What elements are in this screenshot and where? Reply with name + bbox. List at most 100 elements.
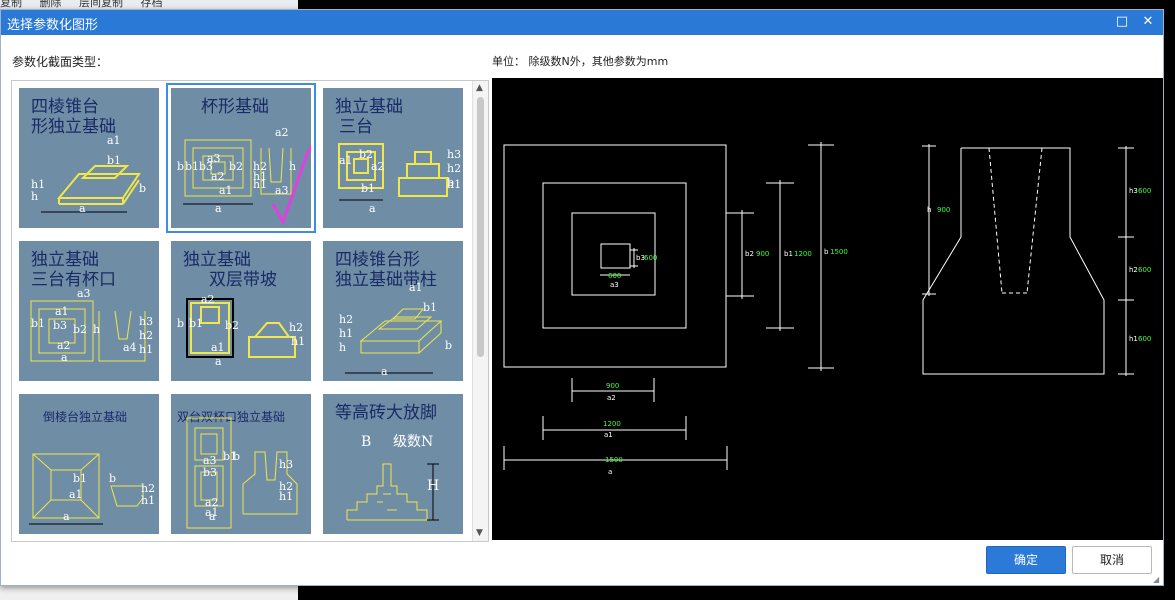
scrollbar-thumb[interactable] bbox=[477, 97, 484, 357]
resize-grip-icon[interactable]: ◢ bbox=[1153, 575, 1161, 584]
close-icon[interactable]: ✕ bbox=[1137, 12, 1159, 32]
shape-param-label: a2 bbox=[205, 496, 219, 509]
shape-param-label: a bbox=[79, 202, 86, 215]
shape-param-label: h bbox=[31, 190, 38, 203]
dim-label-b: b bbox=[824, 248, 829, 256]
shape-param-label: a bbox=[381, 365, 388, 378]
maximize-icon[interactable]: □ bbox=[1111, 12, 1133, 32]
dim-label-h2: h2 bbox=[1129, 266, 1138, 274]
shape-param-label: 级数N bbox=[393, 434, 433, 450]
shape-diagram: b2a1 a2ab1h3h2h1b bbox=[338, 143, 461, 215]
shape-diagram: a1b1 h2h1h b a bbox=[339, 281, 452, 378]
ok-button[interactable]: 确定 bbox=[986, 546, 1066, 574]
dim-value-b1: 1200 bbox=[794, 250, 812, 258]
shape-param-label: a1 bbox=[55, 305, 69, 318]
preview-drawing: b3 600 600 a3 b2 900 b1 1200 b 1500 900 … bbox=[503, 142, 1151, 476]
shape-param-label: a1 bbox=[107, 134, 121, 147]
shape-option-5[interactable]: 独立基础 双层带坡 a2 b b1 b2 a1 a h2 h1 bbox=[166, 236, 316, 386]
shape-thumbnail: 四棱锥台形 独立基础带柱 a1 b1 h2 h1 h b a bbox=[323, 241, 463, 381]
shape-param-label: a1 bbox=[219, 184, 233, 197]
shape-param-label: a2 bbox=[211, 170, 225, 183]
dim-value-h1: 600 bbox=[1138, 335, 1151, 343]
shape-param-label: a1 bbox=[211, 341, 225, 354]
shape-param-label: h1 bbox=[291, 335, 305, 348]
dim-value-a2: 900 bbox=[606, 382, 619, 390]
shape-thumbnail: 独立基础 双层带坡 a2 b b1 b2 a1 a h2 h1 bbox=[171, 241, 311, 381]
dialog-title: 选择参数化图形 bbox=[7, 18, 99, 33]
dim-value-h: 900 bbox=[937, 206, 950, 214]
shape-option-6[interactable]: 四棱锥台形 独立基础带柱 a1 b1 h2 h1 h b a bbox=[318, 236, 468, 386]
shape-option-7[interactable]: 倒棱台独立基础 b1 a1 b h2 h1 a bbox=[14, 389, 164, 539]
shape-param-label: b2 bbox=[229, 160, 243, 173]
shape-param-label: b bbox=[233, 450, 240, 463]
shape-option-4[interactable]: 独立基础 三台有杯口 a3 b1 b3 a1 b2 a2 a h a4 h3 h2 h1 bbox=[14, 236, 164, 386]
plan-rect-a1 bbox=[542, 182, 687, 329]
toolbar-copy[interactable]: 复制 bbox=[0, 0, 22, 9]
shape-param-label: h2 bbox=[139, 329, 153, 342]
shape-diagram: B 级数N H bbox=[346, 434, 439, 521]
shape-param-label: b3 bbox=[203, 466, 217, 479]
toolbar-floor-copy[interactable]: 层间复制 bbox=[79, 0, 123, 9]
shape-thumbnail: 等高砖大放脚 B 级数N H bbox=[323, 394, 463, 534]
shape-diagram: b1a1bh2h1a bbox=[29, 453, 155, 525]
shape-param-label: b2 bbox=[73, 323, 87, 336]
gallery-scrollbar[interactable]: ▲ ▼ bbox=[472, 81, 488, 541]
toolbar-delete[interactable]: 删除 bbox=[40, 0, 62, 9]
shape-param-label: a1 bbox=[339, 154, 353, 167]
shape-param-label: h bbox=[339, 341, 346, 354]
shape-param-label: a bbox=[61, 351, 68, 364]
shape-option-8[interactable]: 双台双杯口独立基础 a3 b3 b1 b h3 h2 h1 a1 a2 a bbox=[166, 389, 316, 539]
dim-label-a3: a3 bbox=[610, 281, 619, 289]
dim-label-b2: b2 bbox=[745, 250, 754, 258]
check-mark-icon bbox=[271, 144, 311, 226]
toolbar-save[interactable]: 存档 bbox=[141, 0, 163, 9]
shape-gallery: 四棱锥台 形独立基础 a1 b1 h1 h b a 杯形基础 a2 a3 b3 b2 h2 h h1 a1 a b b… bbox=[11, 80, 489, 542]
shape-option-1[interactable]: 四棱锥台 形独立基础 a1 b1 h1 h b a bbox=[14, 83, 164, 233]
shape-thumbnail: 独立基础 三台有杯口 a3 b1 b3 a1 b2 a2 a h a4 h3 h2 h1 bbox=[19, 241, 159, 381]
plan-outer-rect bbox=[503, 144, 727, 368]
shape-param-label: a1 bbox=[409, 281, 423, 294]
dim-label-b1: b1 bbox=[784, 250, 793, 258]
shape-param-label: a2 bbox=[371, 160, 385, 173]
shape-thumbnail: 四棱锥台 形独立基础 a1 b1 h1 h b a bbox=[19, 88, 159, 228]
shape-param-label: b1 bbox=[31, 317, 45, 330]
shape-param-label: a1 bbox=[69, 488, 83, 501]
dim-label-h3: h3 bbox=[1129, 187, 1138, 195]
dialog-titlebar: 选择参数化图形 □ ✕ bbox=[1, 10, 1163, 35]
shape-param-label: h3 bbox=[279, 458, 293, 471]
shape-param-label: h2 bbox=[339, 313, 353, 326]
shape-param-label: b bbox=[447, 176, 454, 189]
shape-param-label: b1 bbox=[107, 154, 121, 167]
shape-param-label: h1 bbox=[279, 490, 293, 503]
shape-param-label: a bbox=[369, 202, 376, 215]
shape-option-9[interactable]: 等高砖大放脚 B 级数N H bbox=[318, 389, 468, 539]
parametric-shape-dialog: 选择参数化图形 □ ✕ 参数化截面类型： 单位： 除级数N外，其他参数为mm 四… bbox=[0, 9, 1164, 586]
shape-param-label: a3 bbox=[77, 287, 91, 300]
shape-param-label: b1 bbox=[73, 472, 87, 485]
dim-value-b: 1500 bbox=[830, 248, 848, 256]
shape-option-3[interactable]: 独立基础 三台 b2 a1 a2 a b1 h3 h2 h1 b bbox=[318, 83, 468, 233]
cancel-button[interactable]: 取消 bbox=[1072, 546, 1152, 574]
dim-value-b3: 600 bbox=[644, 254, 657, 262]
shape-param-label: h bbox=[289, 160, 296, 173]
dim-label-h: h bbox=[927, 206, 931, 214]
shape-param-label: b1 bbox=[189, 317, 203, 330]
dim-label-a: a bbox=[608, 468, 612, 476]
dim-value-b2: 900 bbox=[756, 250, 769, 258]
shape-diagram: a2a3b3 b2 h2 hh1a1ab b1a2 h1a3 bbox=[177, 126, 311, 226]
shape-param-label: a bbox=[209, 510, 216, 523]
shape-diagram: a1b1h1hba bbox=[31, 134, 146, 215]
scroll-up-icon[interactable]: ▲ bbox=[476, 83, 483, 93]
shape-param-label: h bbox=[93, 323, 100, 336]
shape-param-label: b1 bbox=[185, 160, 199, 173]
shape-param-label: b1 bbox=[423, 301, 437, 314]
dim-value-h2: 600 bbox=[1138, 266, 1151, 274]
shape-param-label: b bbox=[445, 339, 452, 352]
shape-preview: b3 600 600 a3 b2 900 b1 1200 b 1500 900 … bbox=[492, 78, 1163, 540]
shape-param-label: a bbox=[215, 355, 222, 368]
shape-option-2[interactable]: 杯形基础 a2 a3 b3 b2 h2 h h1 a1 a b b1 a2 h1 a3 bbox=[166, 83, 316, 233]
shape-param-label: a2 bbox=[275, 126, 289, 139]
shape-param-label: h2 bbox=[447, 162, 461, 175]
scroll-down-icon[interactable]: ▼ bbox=[476, 528, 483, 538]
shape-param-label: a bbox=[63, 510, 70, 523]
